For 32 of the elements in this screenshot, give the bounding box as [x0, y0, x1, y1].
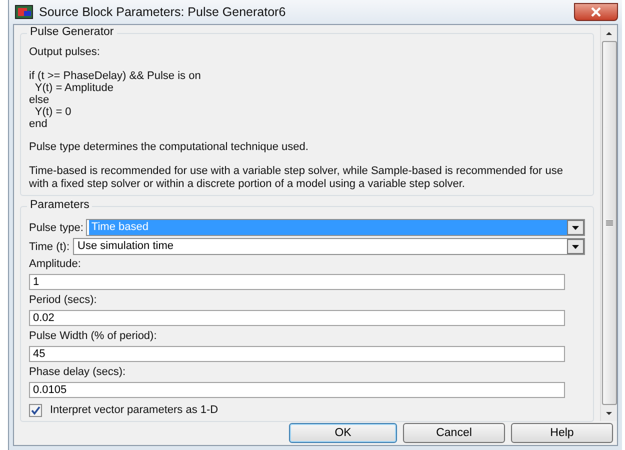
- dialog-button[interactable]: Cancel: [403, 423, 505, 443]
- input-field[interactable]: 45: [29, 346, 565, 362]
- field-label: Pulse Width (% of period):: [29, 329, 158, 343]
- grip-icon: [606, 220, 612, 226]
- input-field[interactable]: 1: [29, 274, 565, 290]
- field-label: Time (t):: [29, 240, 70, 254]
- field-label: Amplitude:: [29, 257, 82, 271]
- dialog-button[interactable]: Help: [511, 423, 613, 443]
- description-text: Time-based is recommended for use with a variable step solver, while Sample-based is recommended for use with a fixed step solver or within a discrete portion of a model using a variable step solver.: [29, 165, 564, 191]
- group-title: Pulse Generator: [27, 26, 117, 38]
- input-field[interactable]: 0.0105: [29, 382, 565, 398]
- code-line: Y(t) = Amplitude: [34, 82, 114, 94]
- app-icon: [15, 5, 33, 19]
- scrollbar[interactable]: [600, 25, 617, 421]
- code-line: else: [29, 94, 50, 106]
- field-label: Period (secs):: [29, 293, 98, 307]
- description-text: Pulse type determines the computational technique used.: [29, 141, 310, 154]
- close-button[interactable]: [574, 3, 618, 21]
- field-label: Phase delay (secs):: [29, 365, 127, 379]
- code-line: Y(t) = 0: [34, 106, 72, 118]
- field-label: Pulse type:: [29, 220, 84, 234]
- description-text: Output pulses:: [29, 46, 101, 59]
- window-title: Source Block Parameters: Pulse Generator6: [39, 5, 286, 19]
- checkbox-label: Interpret vector parameters as 1-D: [50, 403, 218, 417]
- input-field[interactable]: 0.02: [29, 310, 565, 326]
- dropdown[interactable]: Use simulation time: [72, 238, 585, 255]
- checkbox[interactable]: [29, 404, 42, 416]
- dialog-button[interactable]: OK: [289, 423, 397, 443]
- code-line: if (t >= PhaseDelay) && Pulse is on: [29, 70, 202, 82]
- group-title: Parameters: [27, 199, 92, 211]
- code-line: end: [29, 118, 48, 130]
- close-icon: [590, 7, 602, 17]
